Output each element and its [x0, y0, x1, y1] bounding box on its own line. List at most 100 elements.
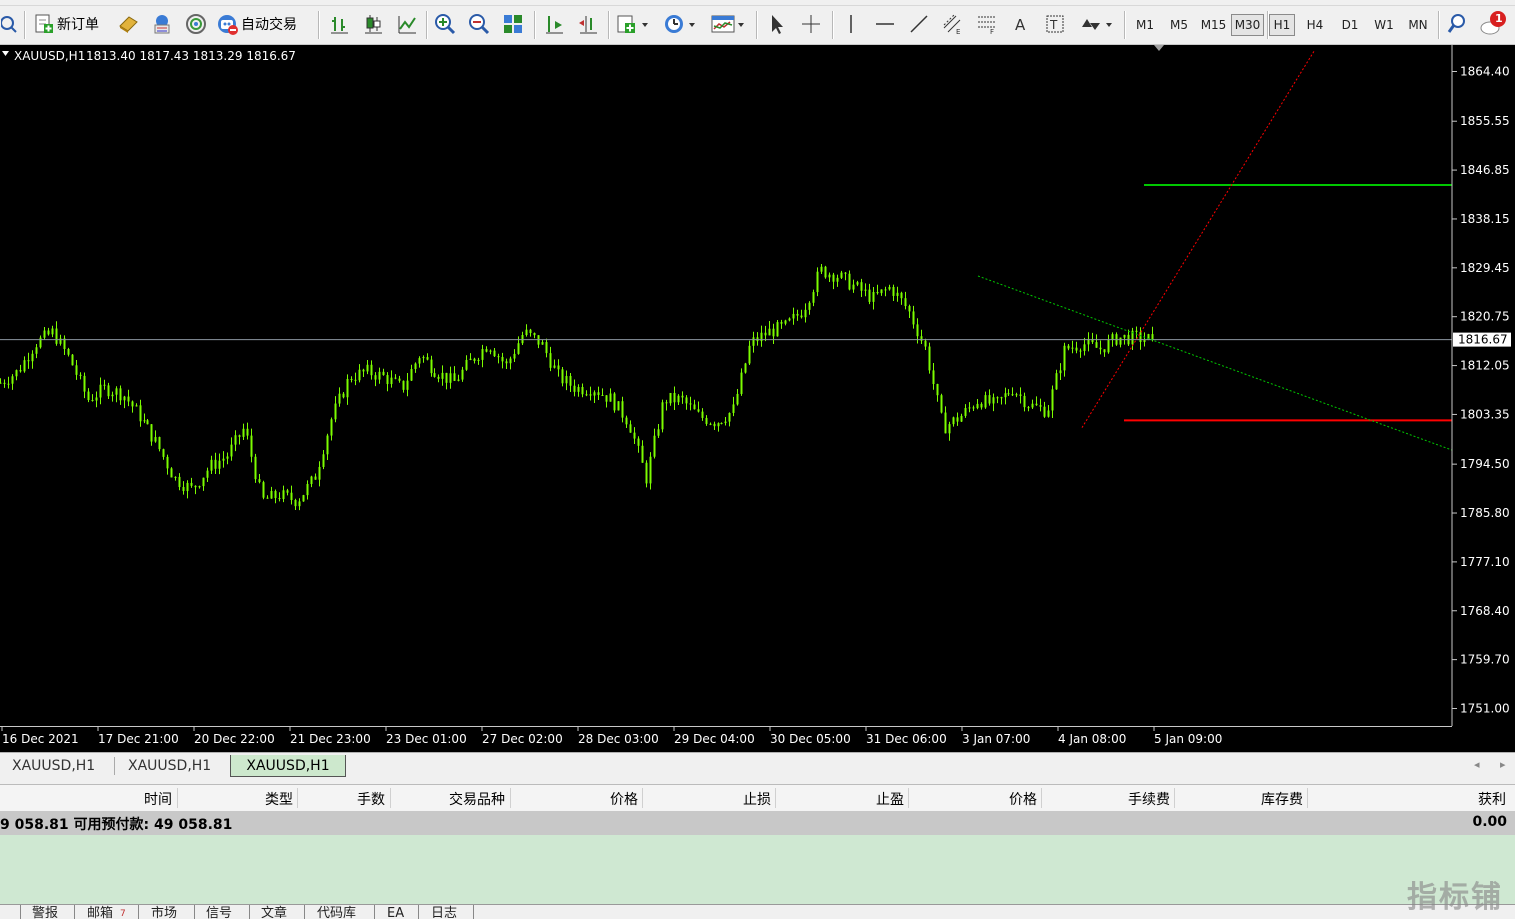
auto-scroll-icon[interactable]	[540, 10, 568, 38]
tab-scroll-left-icon[interactable]: ◂	[1474, 758, 1480, 771]
candle-body	[426, 357, 429, 360]
chart-tabs: XAUUSD,H1 XAUUSD,H1 XAUUSD,H1 ◂ ▸	[0, 752, 1515, 779]
chart-shift-icon[interactable]	[574, 10, 602, 38]
candlestick-chart-icon[interactable]	[360, 10, 386, 38]
candle-body	[1067, 345, 1070, 349]
line-chart-icon[interactable]	[394, 10, 420, 38]
col-take-profit[interactable]: 止盈	[876, 789, 904, 809]
crosshair-icon[interactable]	[798, 10, 824, 38]
candle-body	[1111, 334, 1114, 340]
trendline-icon[interactable]	[906, 10, 932, 38]
timeframe-mn[interactable]: MN	[1403, 14, 1433, 36]
balance-row[interactable]: 9 058.81 可用预付款: 49 058.81 0.00	[0, 811, 1515, 835]
timeframe-m1[interactable]: M1	[1130, 14, 1160, 36]
col-type[interactable]: 类型	[265, 789, 293, 809]
auto-trading-icon	[218, 15, 238, 35]
price-chart[interactable]: 1864.40 1855.55 1846.85 1838.15 1829.45 1820.…	[0, 45, 1515, 752]
candle-body	[139, 405, 142, 422]
candle-body	[338, 393, 341, 404]
signals-icon[interactable]	[184, 10, 208, 38]
chart-shift-marker[interactable]	[1154, 45, 1164, 51]
candle-body	[1035, 403, 1038, 406]
candle-body	[334, 403, 337, 420]
timeframe-h1[interactable]: H1	[1269, 14, 1295, 36]
chart-tab-1[interactable]: XAUUSD,H1	[12, 755, 112, 777]
candle-body	[83, 375, 86, 392]
zoom-in-icon[interactable]	[432, 10, 458, 38]
timeframe-h4[interactable]: H4	[1300, 14, 1330, 36]
candle-body	[362, 369, 365, 372]
templates-dropdown[interactable]	[708, 10, 748, 38]
cursor-tool-icon[interactable]	[764, 10, 790, 38]
col-symbol[interactable]: 交易品种	[449, 789, 505, 809]
col-swap[interactable]: 库存费	[1261, 789, 1303, 809]
vertical-line-icon[interactable]	[838, 10, 864, 38]
chart-tab-2[interactable]: XAUUSD,H1	[128, 755, 228, 777]
tab-experts[interactable]: EA	[387, 905, 404, 919]
chart-canvas[interactable]: 1864.40 1855.55 1846.85 1838.15 1829.45 1820.…	[0, 45, 1515, 752]
periods-dropdown[interactable]	[660, 10, 700, 38]
text-tool-icon[interactable]: A	[1008, 10, 1034, 38]
timeframe-w1[interactable]: W1	[1369, 14, 1399, 36]
zoom-out-icon[interactable]	[466, 10, 492, 38]
candle-body	[274, 490, 277, 499]
bar-chart-icon[interactable]	[326, 10, 352, 38]
candle-body	[43, 330, 46, 338]
timeframe-d1[interactable]: D1	[1335, 14, 1365, 36]
meta-editor-icon[interactable]	[116, 10, 140, 38]
chart-menu-triangle-icon[interactable]	[2, 51, 9, 56]
fibonacci-icon[interactable]: F	[974, 10, 1000, 38]
tab-signals[interactable]: 信号	[206, 905, 232, 919]
col-time[interactable]: 时间	[144, 789, 172, 809]
tile-windows-icon[interactable]	[500, 10, 526, 38]
candle-body	[418, 358, 421, 364]
auto-trading-button[interactable]: 自动交易	[216, 10, 310, 38]
col-price[interactable]: 价格	[610, 789, 638, 809]
horizontal-line-icon[interactable]	[872, 10, 898, 38]
candle-body	[298, 501, 301, 507]
col-commission[interactable]: 手续费	[1128, 789, 1170, 809]
candle-body	[637, 438, 640, 446]
timeframe-m15[interactable]: M15	[1197, 14, 1230, 36]
search-icon[interactable]	[1444, 10, 1470, 38]
timeframe-m30[interactable]: M30	[1231, 14, 1264, 36]
col-volume[interactable]: 手数	[357, 789, 385, 809]
candle-body	[900, 292, 903, 299]
equidistant-channel-icon[interactable]: E	[940, 10, 966, 38]
col-current-price[interactable]: 价格	[1009, 789, 1037, 809]
col-profit[interactable]: 获利	[1478, 789, 1506, 809]
candle-body	[1123, 334, 1126, 338]
candle-body	[202, 477, 205, 487]
tab-alerts[interactable]: 警报	[32, 905, 58, 919]
candle-body	[294, 500, 297, 507]
timeframe-m5[interactable]: M5	[1164, 14, 1194, 36]
tab-mailbox[interactable]: 邮箱	[87, 905, 113, 919]
candle-body	[91, 399, 94, 401]
tab-scroll-right-icon[interactable]: ▸	[1500, 758, 1506, 771]
indicators-dropdown[interactable]	[614, 10, 652, 38]
market-watch-icon[interactable]	[150, 10, 174, 38]
candle-body	[402, 380, 405, 390]
tab-articles[interactable]: 文章	[261, 905, 287, 919]
text-label-icon[interactable]: T	[1042, 10, 1068, 38]
candle-body	[673, 392, 676, 403]
tab-market[interactable]: 市场	[151, 905, 177, 919]
arrows-dropdown[interactable]	[1076, 10, 1116, 38]
chart-tab-3[interactable]: XAUUSD,H1	[230, 755, 346, 777]
tab-journal[interactable]: 日志	[431, 905, 457, 919]
tab-code-base[interactable]: 代码库	[317, 905, 356, 919]
candle-body	[988, 395, 991, 404]
candle-body	[242, 428, 245, 437]
uptrend-line[interactable]	[1081, 51, 1315, 428]
notifications-button[interactable]: 1	[1478, 10, 1510, 38]
new-order-button[interactable]: 新订单	[34, 10, 110, 38]
price-tick-label: 1751.00	[1460, 702, 1510, 716]
candle-body	[800, 315, 803, 318]
downtrend-line[interactable]	[977, 275, 1453, 451]
candle-body	[685, 397, 688, 404]
candle-body	[406, 380, 409, 390]
candle-body	[645, 462, 648, 484]
candle-body	[382, 371, 385, 376]
magnifier-icon[interactable]	[0, 10, 18, 38]
col-stop-loss[interactable]: 止损	[743, 789, 771, 809]
